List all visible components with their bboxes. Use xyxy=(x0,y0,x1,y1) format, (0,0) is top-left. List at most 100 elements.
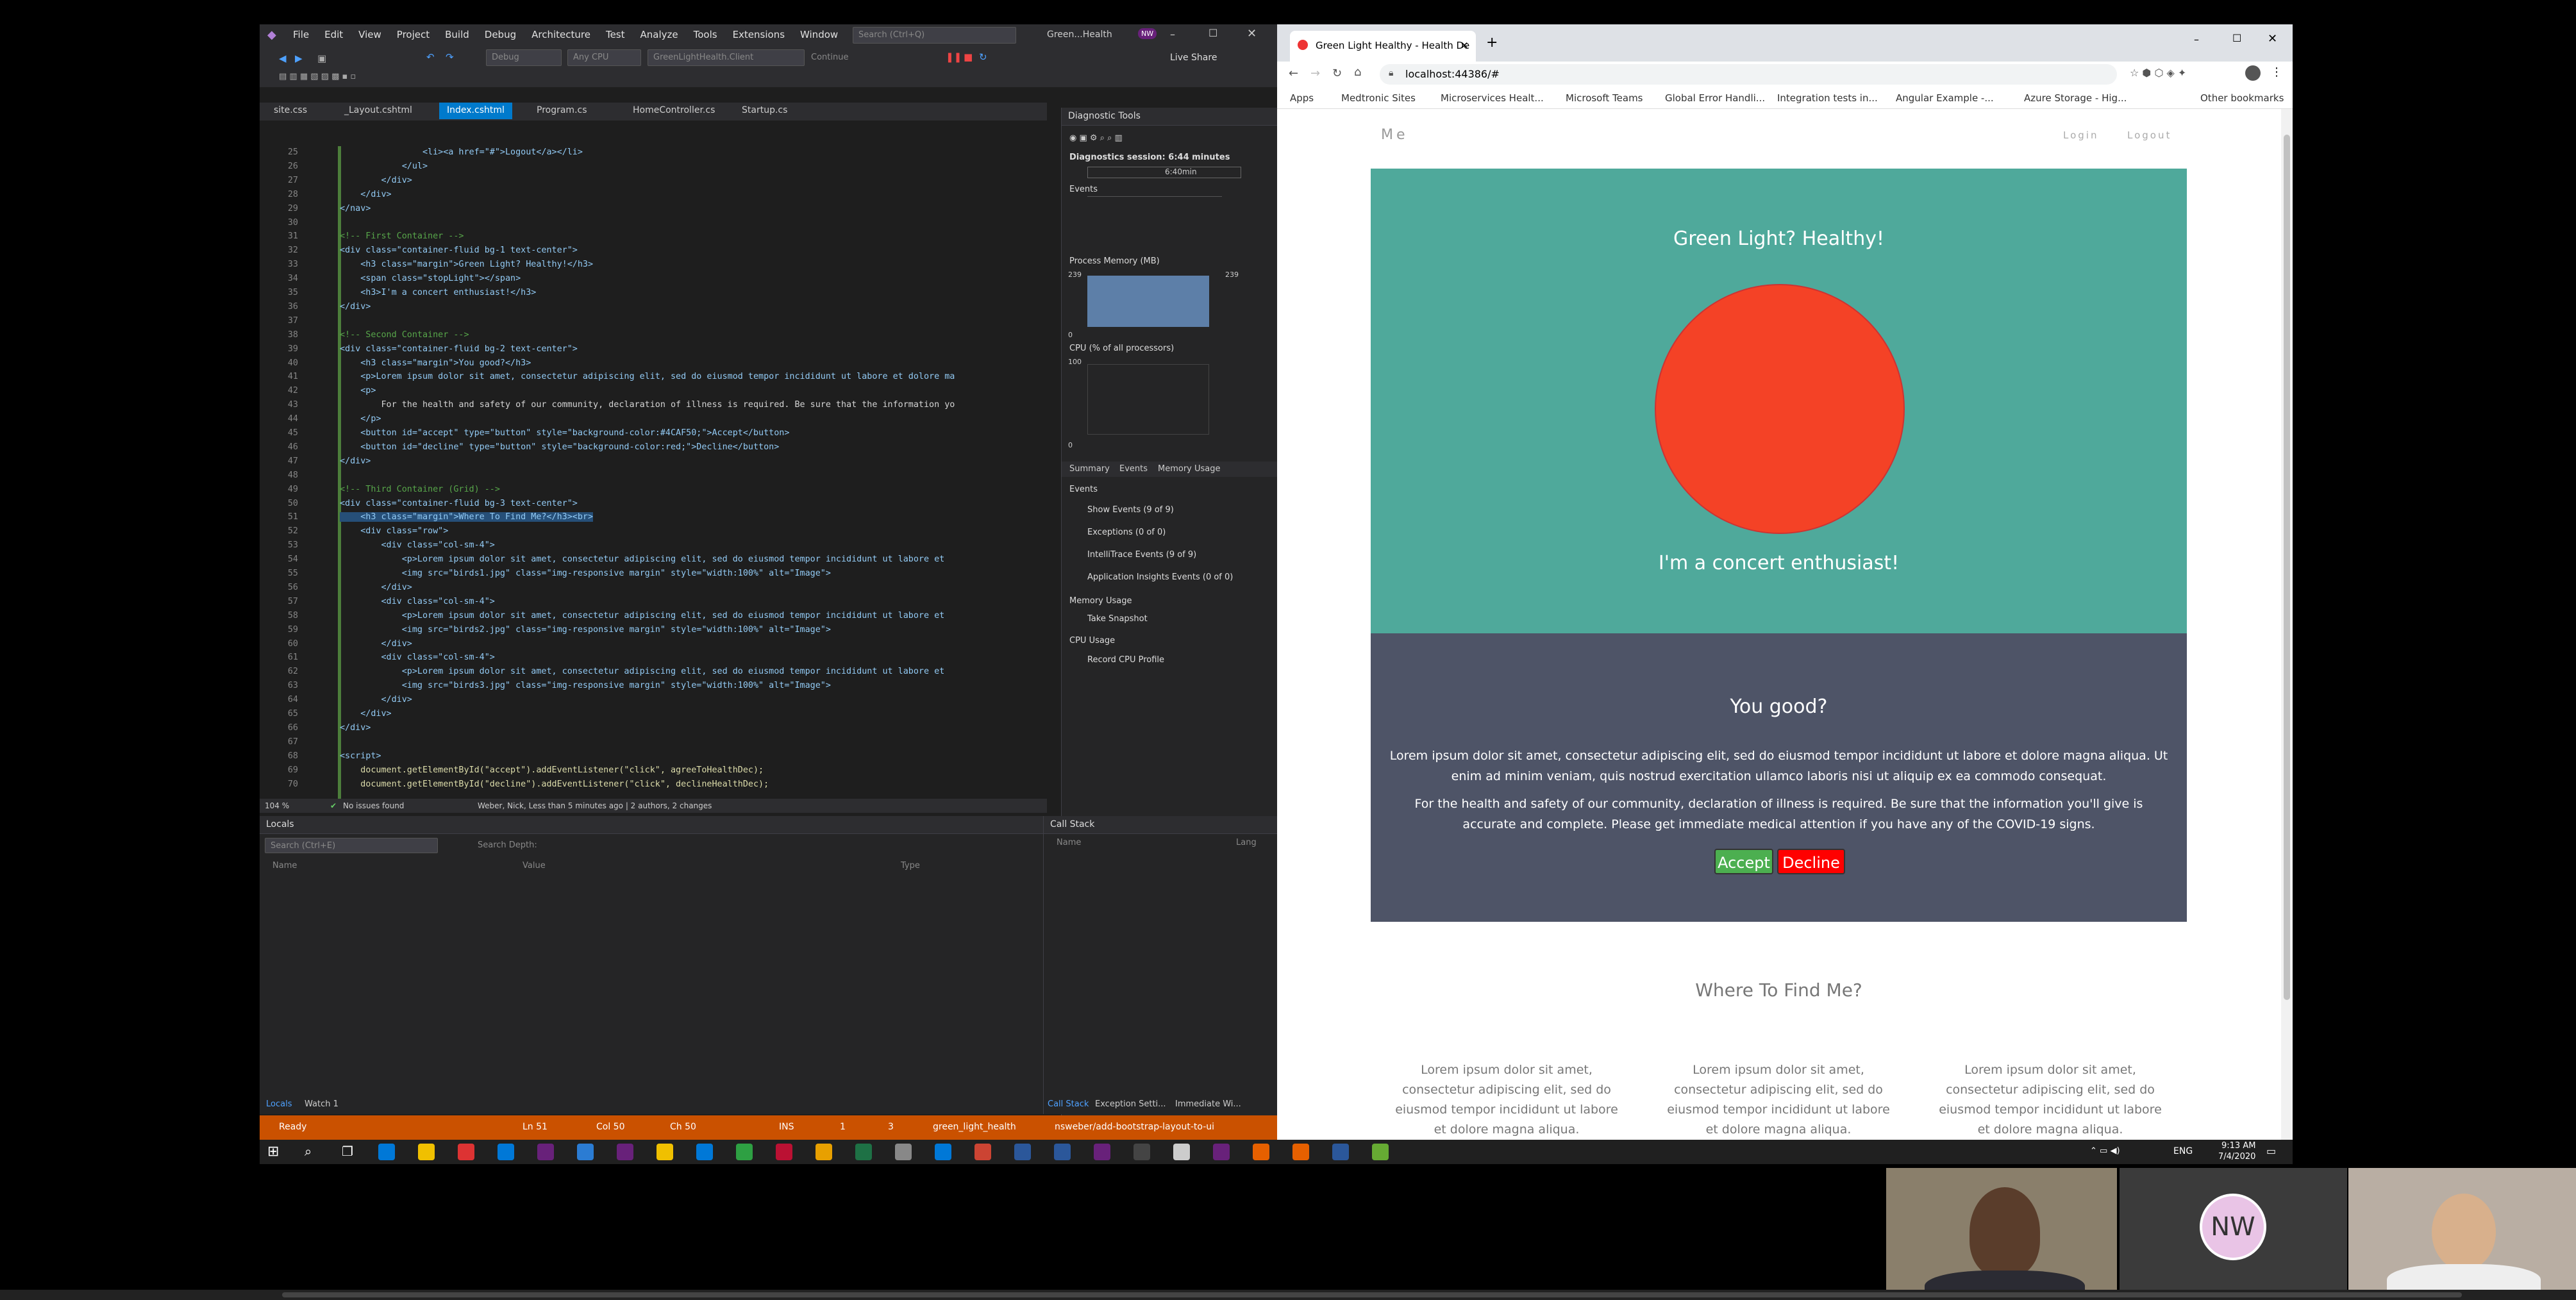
menu-item-tools[interactable]: Tools xyxy=(694,29,717,40)
code-line[interactable]: <h3 class="margin">You good?</h3> xyxy=(340,358,531,368)
code-line[interactable]: </nav> xyxy=(340,204,371,213)
startup-project-select[interactable]: GreenLightHealth.Client xyxy=(648,49,805,66)
chrome-maximize-icon[interactable]: ☐ xyxy=(2232,32,2241,44)
menu-item-edit[interactable]: Edit xyxy=(324,29,343,40)
code-line[interactable]: <p>Lorem ipsum dolor sit amet, consectet… xyxy=(340,667,945,676)
code-line[interactable]: <button id="decline" type="button" style… xyxy=(340,442,779,452)
menu-item-architecture[interactable]: Architecture xyxy=(531,29,590,40)
issues-status[interactable]: No issues found xyxy=(343,801,404,810)
code-line[interactable]: </div> xyxy=(340,302,371,312)
login-link[interactable]: Login xyxy=(2063,129,2098,141)
diag-timeline[interactable]: 6:40min xyxy=(1087,167,1241,178)
bookmark-item[interactable]: Integration tests in... xyxy=(1777,92,1878,104)
code-editor[interactable]: 25 <li><a href="#">Logout</a></li> 26 </u… xyxy=(260,146,1047,799)
code-line[interactable]: <span class="stopLight"></span> xyxy=(340,274,521,283)
forward-icon[interactable]: ▶ xyxy=(295,53,303,64)
code-line[interactable]: document.getElementById("accept").addEve… xyxy=(340,765,764,775)
diag-tab[interactable]: Events xyxy=(1119,464,1148,474)
diag-event-item[interactable]: IntelliTrace Events (9 of 9) xyxy=(1087,550,1196,560)
diag-tab[interactable]: Memory Usage xyxy=(1158,464,1221,474)
editor-tab[interactable]: Startup.cs xyxy=(734,103,795,119)
logout-link[interactable]: Logout xyxy=(2127,129,2171,141)
code-line[interactable]: </ul> xyxy=(340,162,428,171)
code-line[interactable]: <img src="birds3.jpg" class="img-respons… xyxy=(340,681,831,690)
tab-immediate-window[interactable]: Immediate Wi... xyxy=(1175,1099,1241,1109)
taskbar-app-icon[interactable] xyxy=(1213,1144,1230,1160)
tab-watch-1[interactable]: Watch 1 xyxy=(305,1099,339,1109)
taskbar-app-icon[interactable] xyxy=(418,1144,435,1160)
status-changes-count[interactable]: 3 xyxy=(888,1122,894,1132)
taskbar-app-icon[interactable] xyxy=(577,1144,594,1160)
taskbar-app-icon[interactable] xyxy=(895,1144,912,1160)
code-line[interactable]: </div> xyxy=(340,583,412,592)
taskbar-app-icon[interactable] xyxy=(378,1144,395,1160)
reload-icon[interactable]: ↻ xyxy=(1332,67,1342,80)
scrollbar-thumb[interactable] xyxy=(2284,135,2290,1000)
taskbar-app-icon[interactable] xyxy=(498,1144,514,1160)
code-line[interactable]: For the health and safety of our communi… xyxy=(340,400,955,410)
taskbar-app-icon[interactable] xyxy=(1014,1144,1031,1160)
page-scrollbar[interactable] xyxy=(2281,109,2293,1140)
continue-button[interactable]: Continue xyxy=(811,53,848,62)
code-line[interactable]: <div class="container-fluid bg-3 text-ce… xyxy=(340,499,578,508)
code-line[interactable]: <div class="row"> xyxy=(340,526,448,536)
code-line[interactable]: </div> xyxy=(340,695,412,704)
debug-config-select[interactable]: Debug xyxy=(486,49,562,66)
accept-button[interactable]: Accept xyxy=(1714,849,1773,874)
code-line[interactable]: </div> xyxy=(340,456,371,466)
language-indicator[interactable]: ENG xyxy=(2173,1146,2193,1156)
chrome-minimize-icon[interactable]: – xyxy=(2194,33,2199,46)
code-line[interactable]: <li><a href="#">Logout</a></li> xyxy=(340,147,583,157)
record-cpu-profile-button[interactable]: Record CPU Profile xyxy=(1087,655,1164,665)
editor-tab[interactable]: Program.cs xyxy=(529,103,595,119)
taskbar-app-icon[interactable] xyxy=(815,1144,832,1160)
code-line[interactable]: <h3>I'm a concert enthusiast!</h3> xyxy=(340,288,536,297)
tab-locals[interactable]: Locals xyxy=(266,1099,292,1109)
taskbar-app-icon[interactable] xyxy=(1372,1144,1389,1160)
status-branch[interactable]: nsweber/add-bootstrap-layout-to-ui xyxy=(1055,1122,1214,1132)
navbar-brand[interactable]: Me xyxy=(1381,127,1409,143)
taskbar-app-icon[interactable] xyxy=(935,1144,951,1160)
taskbar-app-icon[interactable] xyxy=(617,1144,633,1160)
code-line[interactable]: <img src="birds1.jpg" class="img-respons… xyxy=(340,569,831,578)
maximize-icon[interactable]: ☐ xyxy=(1209,27,1217,39)
extension-icons[interactable]: ☆ ⬢ ⬡ ◈ ✦ xyxy=(2130,67,2186,79)
code-line[interactable]: </p> xyxy=(340,414,381,424)
forward-icon[interactable]: → xyxy=(1310,67,1320,80)
bookmark-item[interactable]: Azure Storage - Hig... xyxy=(2024,92,2127,104)
taskbar-app-icon[interactable] xyxy=(855,1144,872,1160)
taskbar-app-icon[interactable] xyxy=(1253,1144,1269,1160)
live-share-button[interactable]: Live Share xyxy=(1170,53,1217,63)
vs-search-input[interactable]: Search (Ctrl+Q) xyxy=(853,27,1016,44)
menu-item-view[interactable]: View xyxy=(358,29,381,40)
codelens-blame[interactable]: Weber, Nick, Less than 5 minutes ago | 2… xyxy=(478,801,712,810)
menu-item-analyze[interactable]: Analyze xyxy=(640,29,678,40)
taskbar-app-icon[interactable] xyxy=(736,1144,753,1160)
taskbar-app-icon[interactable] xyxy=(1332,1144,1349,1160)
code-line[interactable]: <p>Lorem ipsum dolor sit amet, consectet… xyxy=(340,372,955,381)
taskbar-app-icon[interactable] xyxy=(1094,1144,1110,1160)
diag-toolbar-icons[interactable]: ◉ ▣ ⚙ ⌕ ⌕ ▥ xyxy=(1069,133,1123,143)
notifications-icon[interactable]: ▭ xyxy=(2266,1145,2276,1157)
search-icon[interactable]: ⌕ xyxy=(305,1144,312,1159)
take-snapshot-button[interactable]: Take Snapshot xyxy=(1087,614,1148,624)
bookmark-item[interactable]: Microservices Healt... xyxy=(1441,92,1544,104)
diag-event-item[interactable]: Application Insights Events (0 of 0) xyxy=(1087,572,1233,582)
other-bookmarks[interactable]: Other bookmarks xyxy=(2200,92,2284,104)
taskbar-app-icon[interactable] xyxy=(1292,1144,1309,1160)
code-line[interactable]: <h3 class="margin">Where To Find Me?</h3… xyxy=(340,512,594,522)
toolbar-row2-icons[interactable]: ▤ ▥ ▦ ▧ ▨ ▩ ▪ ▫ xyxy=(279,72,356,81)
taskbar-app-icon[interactable] xyxy=(1054,1144,1071,1160)
code-line[interactable]: </div> xyxy=(340,723,371,733)
menu-item-project[interactable]: Project xyxy=(397,29,430,40)
close-icon[interactable]: ✕ xyxy=(1247,27,1257,40)
back-icon[interactable]: ← xyxy=(1289,67,1298,80)
editor-tab[interactable]: _Layout.cshtml xyxy=(337,103,420,119)
bookmark-item[interactable]: Apps xyxy=(1290,92,1314,104)
taskbar-app-icon[interactable] xyxy=(458,1144,474,1160)
code-line[interactable]: </div> xyxy=(340,176,412,185)
tray-icons[interactable]: ⌃ ▭ ◀) xyxy=(2090,1146,2120,1156)
code-line[interactable]: <img src="birds2.jpg" class="img-respons… xyxy=(340,625,831,635)
decline-button[interactable]: Decline xyxy=(1777,849,1845,874)
pause-icon[interactable]: ❚❚ xyxy=(946,51,962,63)
